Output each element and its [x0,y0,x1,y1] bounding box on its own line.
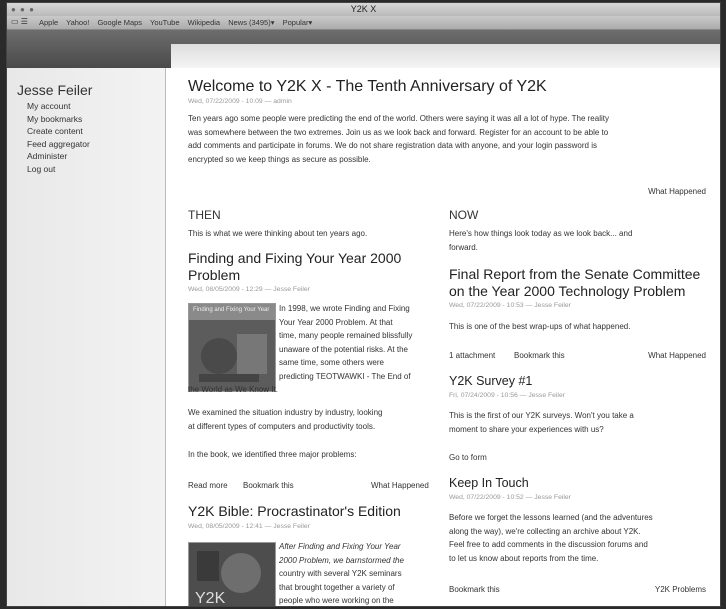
bookmark-yahoo[interactable]: Yahoo! [66,18,89,27]
body-line: unaware of the potential risks. At the [279,344,408,354]
sidebar-menu: My account My bookmarks Create content F… [27,100,90,176]
bookmark-youtube[interactable]: YouTube [150,18,179,27]
then-post2-meta: Wed, 08/05/2009 - 12:41 — Jesse Feiler [188,523,310,530]
now-post3-meta: Wed, 07/22/2009 - 10:52 — Jesse Feiler [449,494,571,501]
intro-category-link[interactable]: What Happened [648,187,706,196]
go-to-form-link[interactable]: Go to form [449,453,487,462]
now-post3-body: Before we forget the lessons learned (an… [449,511,653,565]
sidebar-item-feed-aggregator[interactable]: Feed aggregator [27,138,90,151]
sidebar-item-log-out[interactable]: Log out [27,163,90,176]
body-line: people who were working on the [279,596,394,605]
sidebar-item-my-account[interactable]: My account [27,100,90,113]
then-post1-body-end: the World as We Know It. [188,385,278,394]
then-post1-bookmark-link[interactable]: Bookmark this [243,481,294,490]
then-post2-title[interactable]: Y2K Bible: Procrastinator's Edition [188,503,401,520]
title-line[interactable]: Finding and Fixing Your Year 2000 [188,250,401,267]
sidebar-item-administer[interactable]: Administer [27,150,90,163]
bookmark-news[interactable]: News (3495)▾ [228,18,274,27]
intro-line: encrypted so we keep things as secure as… [188,154,371,164]
body-line: Before we forget the lessons learned (an… [449,513,653,522]
then-post1-body: In 1998, we wrote Finding and Fixing You… [279,302,412,383]
sidebar: Jesse Feiler My account My bookmarks Cre… [7,68,166,606]
bookmarks-icon[interactable]: ▭ ☰ [11,17,28,26]
attachment-link[interactable]: 1 attachment [449,351,495,360]
bookmark-apple[interactable]: Apple [39,18,58,27]
book-cover-2-text: Y2K [195,590,226,607]
title-line[interactable]: Problem [188,267,401,284]
main-content: Welcome to Y2K X - The Tenth Anniversary… [171,68,720,607]
sidebar-item-my-bookmarks[interactable]: My bookmarks [27,113,90,126]
body-line: time, many people remained blissfully [279,331,413,340]
sidebar-item-create-content[interactable]: Create content [27,125,90,138]
now-heading: NOW [449,208,479,222]
desc-line: forward. [449,242,478,252]
body-line: In 1998, we wrote Finding and Fixing [279,304,410,313]
now-post3-bookmark-link[interactable]: Bookmark this [449,585,500,594]
body-line: to let us know about reports from the ti… [449,553,599,563]
now-post1-category-link[interactable]: What Happened [648,351,706,360]
intro-line: Ten years ago some people were predictin… [188,114,609,123]
now-description: Here's how things look today as we look … [449,227,632,254]
now-post2-title[interactable]: Y2K Survey #1 [449,374,532,388]
header-tab [171,44,720,68]
then-post1-category-link[interactable]: What Happened [371,481,429,490]
intro-line: add comments and participate in forums. … [188,141,597,150]
body-line: 2000 Problem, we barnstormed the [279,555,404,565]
now-post3-title[interactable]: Keep In Touch [449,476,529,490]
now-post1-title[interactable]: Final Report from the Senate Committee o… [449,266,700,300]
browser-window: ● ● ● Y2K X ▭ ☰ Apple Yahoo! Google Maps… [6,2,721,607]
title-line[interactable]: Final Report from the Senate Committee [449,266,700,283]
then-description: This is what we were thinking about ten … [188,229,368,238]
then-heading: THEN [188,208,221,222]
body-line: We examined the situation industry by in… [188,408,383,417]
now-post1-bookmark-link[interactable]: Bookmark this [514,351,565,360]
then-post1-title[interactable]: Finding and Fixing Your Year 2000 Proble… [188,250,401,284]
site-header [7,30,720,68]
body-line: that brought together a variety of [279,582,395,592]
then-post2-body: After Finding and Fixing Your Year 2000 … [279,540,404,606]
body-line: predicting TEOTWAWKI - The End of [279,371,411,381]
body-line: After Finding and Fixing Your Year [279,542,401,551]
bookmark-wikipedia[interactable]: Wikipedia [188,18,221,27]
bookmarks-bar: ▭ ☰ Apple Yahoo! Google Maps YouTube Wik… [7,16,720,30]
now-post3-category-link[interactable]: Y2K Problems [655,585,706,594]
body-line: country with several Y2K seminars [279,569,402,578]
book-cover-image: Finding and Fixing Your Year [188,303,276,392]
then-post1-para2: We examined the situation industry by in… [188,406,382,433]
intro-body: Ten years ago some people were predictin… [188,112,609,166]
intro-title[interactable]: Welcome to Y2K X - The Tenth Anniversary… [188,78,547,96]
desc-line: Here's how things look today as we look … [449,229,633,238]
now-post1-meta: Wed, 07/22/2009 - 10:53 — Jesse Feiler [449,302,571,309]
read-more-link[interactable]: Read more [188,481,228,490]
body-line: Feel free to add comments in the discuss… [449,540,648,549]
then-post1-para3: In the book, we identified three major p… [188,450,357,459]
now-post1-body: This is one of the best wrap-ups of what… [449,322,631,331]
body-line: along the way), we're collecting an arch… [449,526,641,536]
body-line: at different types of computers and prod… [188,421,376,431]
body-line: This is the first of our Y2K surveys. Wo… [449,411,634,420]
intro-line: was somewhere between the two extremes. … [188,127,609,137]
now-post2-meta: Fri, 07/24/2009 - 10:56 — Jesse Feiler [449,392,565,399]
body-line: Your Year 2000 Problem. At that [279,317,393,327]
book-cover-text: Finding and Fixing Your Year [193,307,269,313]
window-title: Y2K X [350,4,377,14]
then-post1-meta: Wed, 08/05/2009 - 12:29 — Jesse Feiler [188,286,310,293]
intro-meta: Wed, 07/22/2009 - 10:09 — admin [188,98,292,105]
title-line[interactable]: on the Year 2000 Technology Problem [449,283,700,300]
now-post2-body: This is the first of our Y2K surveys. Wo… [449,409,634,436]
bookmark-popular[interactable]: Popular▾ [283,18,313,27]
bookmark-google-maps[interactable]: Google Maps [97,18,142,27]
sidebar-user-name: Jesse Feiler [17,82,93,98]
book-cover-image-2: Y2K [188,542,276,607]
body-line: same time, some others were [279,358,384,367]
body-line: moment to share your experiences with us… [449,424,604,434]
title-bar: ● ● ● Y2K X [7,3,720,16]
